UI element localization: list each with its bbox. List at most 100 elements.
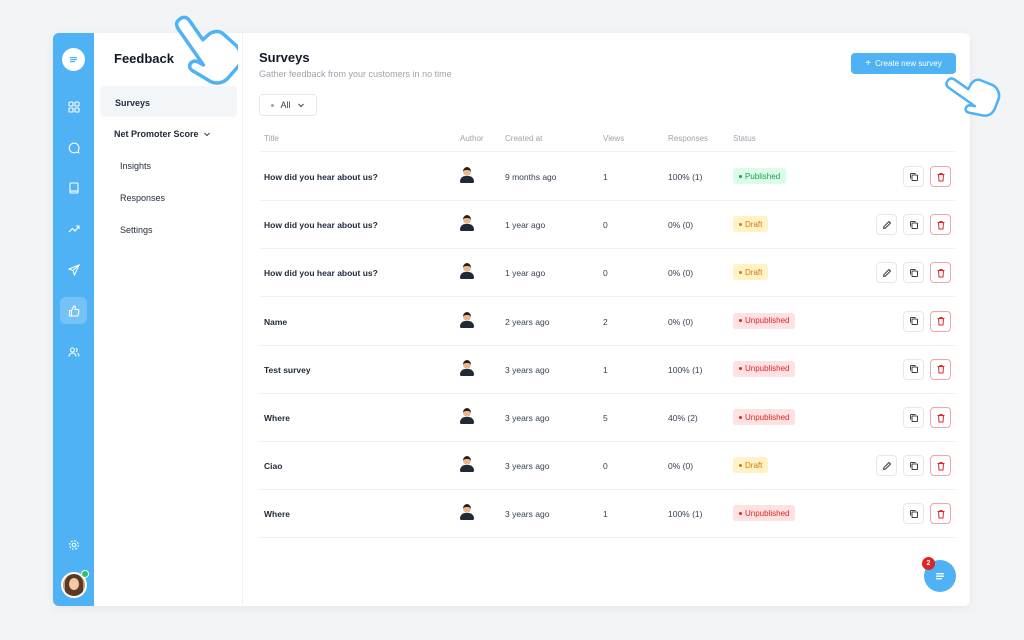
edit-button[interactable] bbox=[876, 214, 897, 236]
author-avatar bbox=[460, 504, 474, 522]
users-icon[interactable] bbox=[60, 338, 87, 365]
author-avatar bbox=[460, 408, 474, 426]
book-icon[interactable] bbox=[60, 174, 87, 201]
delete-button[interactable] bbox=[930, 503, 951, 525]
submenu-item-nps[interactable]: Net Promoter Score bbox=[114, 129, 211, 139]
status-badge: Draft bbox=[733, 457, 769, 474]
status-dot-icon bbox=[739, 463, 742, 467]
status-filter-dropdown[interactable]: All bbox=[259, 94, 317, 116]
submenu-item-surveys[interactable]: Surveys bbox=[100, 86, 237, 117]
submenu-item-responses[interactable]: Responses bbox=[120, 193, 165, 203]
table-row[interactable]: Where 3 years ago 1 100% (1) Unpublished bbox=[259, 490, 956, 539]
delete-button[interactable] bbox=[930, 262, 951, 284]
table-row[interactable]: Name 2 years ago 2 0% (0) Unpublished bbox=[259, 298, 956, 346]
trash-icon bbox=[937, 365, 944, 374]
responses-count: 0% (0) bbox=[668, 220, 694, 231]
status-badge: Unpublished bbox=[733, 505, 796, 522]
edit-icon bbox=[882, 220, 891, 229]
duplicate-button[interactable] bbox=[903, 166, 924, 187]
table-row[interactable]: Where 3 years ago 5 40% (2) Unpublished bbox=[259, 394, 956, 442]
survey-title[interactable]: How did you hear about us? bbox=[264, 268, 378, 278]
survey-title[interactable]: How did you hear about us? bbox=[264, 220, 378, 230]
author-avatar bbox=[460, 263, 474, 281]
delete-button[interactable] bbox=[930, 407, 951, 428]
chevron-down-icon bbox=[203, 132, 210, 137]
table-row[interactable]: Ciao 3 years ago 0 0% (0) Draft bbox=[259, 442, 956, 491]
create-survey-button[interactable]: + Create new survey bbox=[851, 53, 956, 74]
status-label: Unpublished bbox=[745, 412, 790, 422]
column-header-author: Author bbox=[460, 134, 484, 143]
submenu-item-settings[interactable]: Settings bbox=[120, 225, 153, 235]
trash-icon bbox=[937, 268, 944, 278]
duplicate-button[interactable] bbox=[903, 358, 924, 380]
status-label: Unpublished bbox=[745, 508, 790, 518]
filter-label: All bbox=[280, 100, 291, 110]
views-count: 1 bbox=[603, 364, 608, 375]
settings-icon[interactable] bbox=[60, 531, 87, 558]
survey-title[interactable]: How did you hear about us? bbox=[264, 172, 378, 182]
status-badge: Draft bbox=[733, 264, 769, 281]
trash-icon bbox=[937, 509, 944, 519]
duplicate-button[interactable] bbox=[903, 503, 924, 525]
filter-dot-icon bbox=[271, 103, 275, 107]
responses-count: 0% (0) bbox=[668, 316, 694, 327]
copy-icon bbox=[909, 365, 918, 374]
table-row[interactable]: How did you hear about us? 9 months ago 1 1… bbox=[259, 153, 956, 201]
survey-title[interactable]: Where bbox=[264, 413, 290, 423]
column-header-status: Status bbox=[733, 134, 756, 143]
status-dot-icon bbox=[739, 319, 742, 323]
views-count: 1 bbox=[603, 509, 608, 520]
duplicate-button[interactable] bbox=[903, 455, 924, 477]
copy-icon bbox=[909, 317, 918, 326]
delete-button[interactable] bbox=[930, 358, 951, 380]
copy-icon bbox=[909, 461, 918, 470]
created-at: 1 year ago bbox=[505, 268, 546, 279]
dashboard-icon[interactable] bbox=[60, 93, 87, 120]
duplicate-button[interactable] bbox=[903, 262, 924, 284]
table-row[interactable]: How did you hear about us? 1 year ago 0 0% … bbox=[259, 201, 956, 250]
survey-title[interactable]: Ciao bbox=[264, 461, 282, 471]
table-row[interactable]: Test survey 3 years ago 1 100% (1) Unpublish… bbox=[259, 346, 956, 394]
responses-count: 40% (2) bbox=[668, 413, 698, 423]
chat-icon[interactable] bbox=[60, 134, 87, 161]
status-dot-icon bbox=[739, 511, 742, 515]
duplicate-button[interactable] bbox=[903, 407, 924, 428]
submenu-item-insights[interactable]: Insights bbox=[120, 161, 151, 171]
status-dot-icon bbox=[739, 270, 742, 274]
trash-icon bbox=[937, 461, 944, 471]
views-count: 0 bbox=[603, 461, 608, 472]
author-avatar bbox=[460, 167, 474, 185]
pointing-hand-icon bbox=[945, 77, 1001, 117]
chevron-down-icon bbox=[297, 103, 304, 108]
views-count: 1 bbox=[603, 172, 608, 182]
survey-title[interactable]: Test survey bbox=[264, 365, 311, 375]
plus-icon: + bbox=[865, 57, 872, 69]
send-icon[interactable] bbox=[60, 256, 87, 283]
delete-button[interactable] bbox=[930, 166, 951, 187]
table-row[interactable]: How did you hear about us? 1 year ago 0 0% … bbox=[259, 249, 956, 298]
survey-title[interactable]: Where bbox=[264, 509, 290, 519]
chat-logo-icon[interactable] bbox=[62, 48, 85, 71]
create-survey-label: Create new survey bbox=[875, 59, 942, 68]
app-window: Feedback Surveys Net Promoter Score Insi… bbox=[53, 33, 970, 606]
thumbs-up-icon[interactable] bbox=[60, 297, 87, 324]
delete-button[interactable] bbox=[930, 455, 951, 477]
trending-icon[interactable] bbox=[60, 215, 87, 242]
author-avatar bbox=[460, 311, 474, 330]
author-avatar bbox=[460, 359, 474, 378]
status-badge: Unpublished bbox=[733, 409, 796, 425]
delete-button[interactable] bbox=[930, 214, 951, 236]
trash-icon bbox=[937, 172, 944, 181]
status-label: Draft bbox=[745, 267, 763, 277]
views-count: 0 bbox=[603, 220, 608, 231]
author-avatar bbox=[460, 456, 474, 474]
edit-button[interactable] bbox=[876, 455, 897, 477]
duplicate-button[interactable] bbox=[903, 310, 924, 332]
column-header-created: Created at bbox=[505, 134, 543, 143]
survey-title[interactable]: Name bbox=[264, 317, 287, 327]
duplicate-button[interactable] bbox=[903, 214, 924, 236]
delete-button[interactable] bbox=[930, 310, 951, 332]
edit-button[interactable] bbox=[876, 262, 897, 284]
nav-rail bbox=[53, 33, 94, 606]
pointing-hand-icon bbox=[174, 15, 238, 85]
